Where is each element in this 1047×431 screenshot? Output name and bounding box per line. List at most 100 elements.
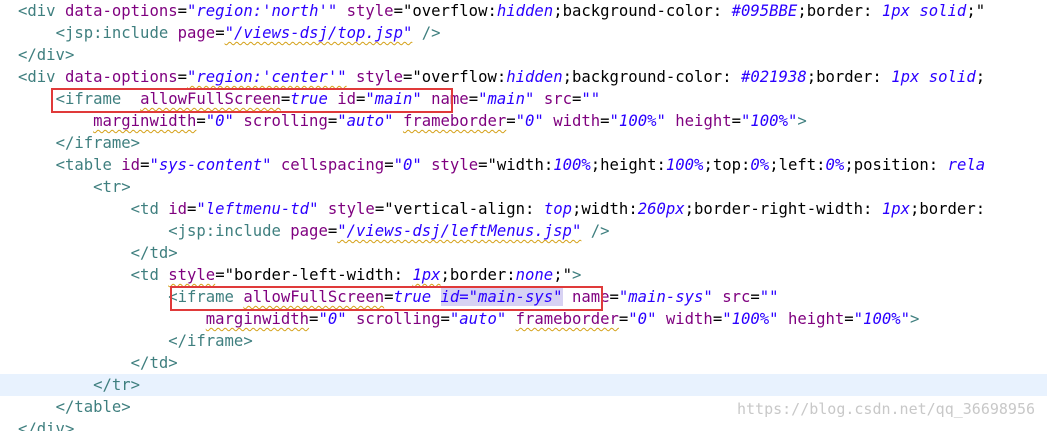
code-line[interactable]: </td>: [0, 242, 1047, 264]
code-token: "0": [628, 310, 657, 328]
code-editor[interactable]: <div data-options="region:'north'" style…: [0, 0, 1047, 431]
code-token: >: [910, 310, 920, 328]
code-token: 1px: [881, 200, 910, 218]
code-token: none: [515, 266, 554, 284]
code-line[interactable]: <iframe allowFullScreen=true id="main-sy…: [0, 286, 1047, 308]
code-line[interactable]: <td style="border-left-width: 1px;border…: [0, 264, 1047, 286]
code-token: "main": [365, 90, 422, 108]
code-token: =: [572, 90, 582, 108]
code-token: =: [750, 288, 760, 306]
code-token: <jsp:include: [55, 24, 169, 42]
code-line[interactable]: </iframe>: [0, 330, 1047, 352]
code-token: 100%: [553, 156, 591, 174]
code-token: 1px: [412, 266, 441, 284]
code-token: "0": [515, 112, 544, 130]
code-token: hidden: [496, 2, 554, 20]
code-token: <iframe: [55, 90, 122, 108]
code-line[interactable]: marginwidth="0" scrolling="auto" framebo…: [0, 308, 1047, 330]
code-token: =: [327, 222, 338, 240]
code-line[interactable]: marginwidth="0" scrolling="auto" framebo…: [0, 110, 1047, 132]
code-token: =: [356, 90, 366, 108]
code-token: "100%": [722, 310, 779, 328]
code-token: <div: [18, 2, 56, 20]
code-token: ="width:: [478, 156, 554, 174]
code-token: ;": [553, 266, 572, 284]
code-token: width: [553, 112, 601, 130]
code-token: id: [121, 156, 141, 174]
watermark-text: https://blog.csdn.net/qq_36698956: [736, 400, 1035, 418]
code-token: "100%": [741, 112, 798, 130]
code-token: scrolling: [243, 112, 328, 130]
code-line[interactable]: <iframe allowFullScreen=true id="main" n…: [0, 88, 1047, 110]
code-line[interactable]: <jsp:include page="/views-dsj/leftMenus.…: [0, 220, 1047, 242]
code-token: =: [327, 112, 338, 130]
code-line[interactable]: <div data-options="region:'center'" styl…: [0, 66, 1047, 88]
code-line[interactable]: <div data-options="region:'north'" style…: [0, 0, 1047, 22]
code-token: =: [280, 90, 291, 108]
code-token: =: [600, 112, 610, 130]
code-token: style: [346, 2, 394, 20]
code-token: >: [797, 112, 807, 130]
code-token: =: [196, 112, 206, 130]
code-token: "100%": [609, 112, 666, 130]
code-token: ="vertical-align:: [374, 200, 544, 218]
code-token: "0": [205, 112, 234, 130]
code-token: cellspacing: [280, 156, 385, 174]
code-line[interactable]: <tr>: [0, 176, 1047, 198]
code-token: style: [356, 68, 403, 86]
code-token: >: [571, 266, 582, 284]
code-token: ;border:: [909, 200, 986, 218]
code-token: "region:'north'": [187, 2, 338, 20]
code-token: </div>: [18, 420, 75, 431]
code-token: =: [440, 310, 450, 328]
code-token: page: [177, 24, 216, 42]
code-token: ;: [975, 68, 986, 86]
code-token: solid: [928, 68, 976, 86]
code-line[interactable]: </div>: [0, 418, 1047, 431]
code-token: "sys-content": [149, 156, 272, 174]
code-token: </table>: [55, 398, 131, 416]
code-token: =: [506, 112, 516, 130]
code-line[interactable]: </td>: [0, 352, 1047, 374]
code-line[interactable]: </iframe>: [0, 132, 1047, 154]
code-token: =: [609, 288, 619, 306]
code-token: =: [468, 90, 479, 108]
code-line[interactable]: <table id="sys-content" cellspacing="0" …: [0, 154, 1047, 176]
code-line[interactable]: <td id="leftmenu-td" style="vertical-ali…: [0, 198, 1047, 220]
code-line[interactable]: </tr>: [0, 374, 1047, 396]
code-line[interactable]: </div>: [0, 44, 1047, 66]
code-token: ;position:: [844, 156, 948, 174]
code-token: rela: [947, 156, 986, 174]
code-token: ;height:: [590, 156, 666, 174]
code-token: <table: [55, 156, 112, 174]
code-token: ;width:: [571, 200, 638, 218]
code-token: name: [431, 90, 469, 108]
code-token: <tr>: [93, 178, 131, 196]
code-token: ;border-right-width:: [684, 200, 882, 218]
code-token: height: [675, 112, 732, 130]
code-token: =: [177, 2, 188, 20]
code-line[interactable]: <jsp:include page="/views-dsj/top.jsp" /…: [0, 22, 1047, 44]
code-token: =: [384, 156, 394, 174]
code-token: "": [581, 90, 601, 108]
